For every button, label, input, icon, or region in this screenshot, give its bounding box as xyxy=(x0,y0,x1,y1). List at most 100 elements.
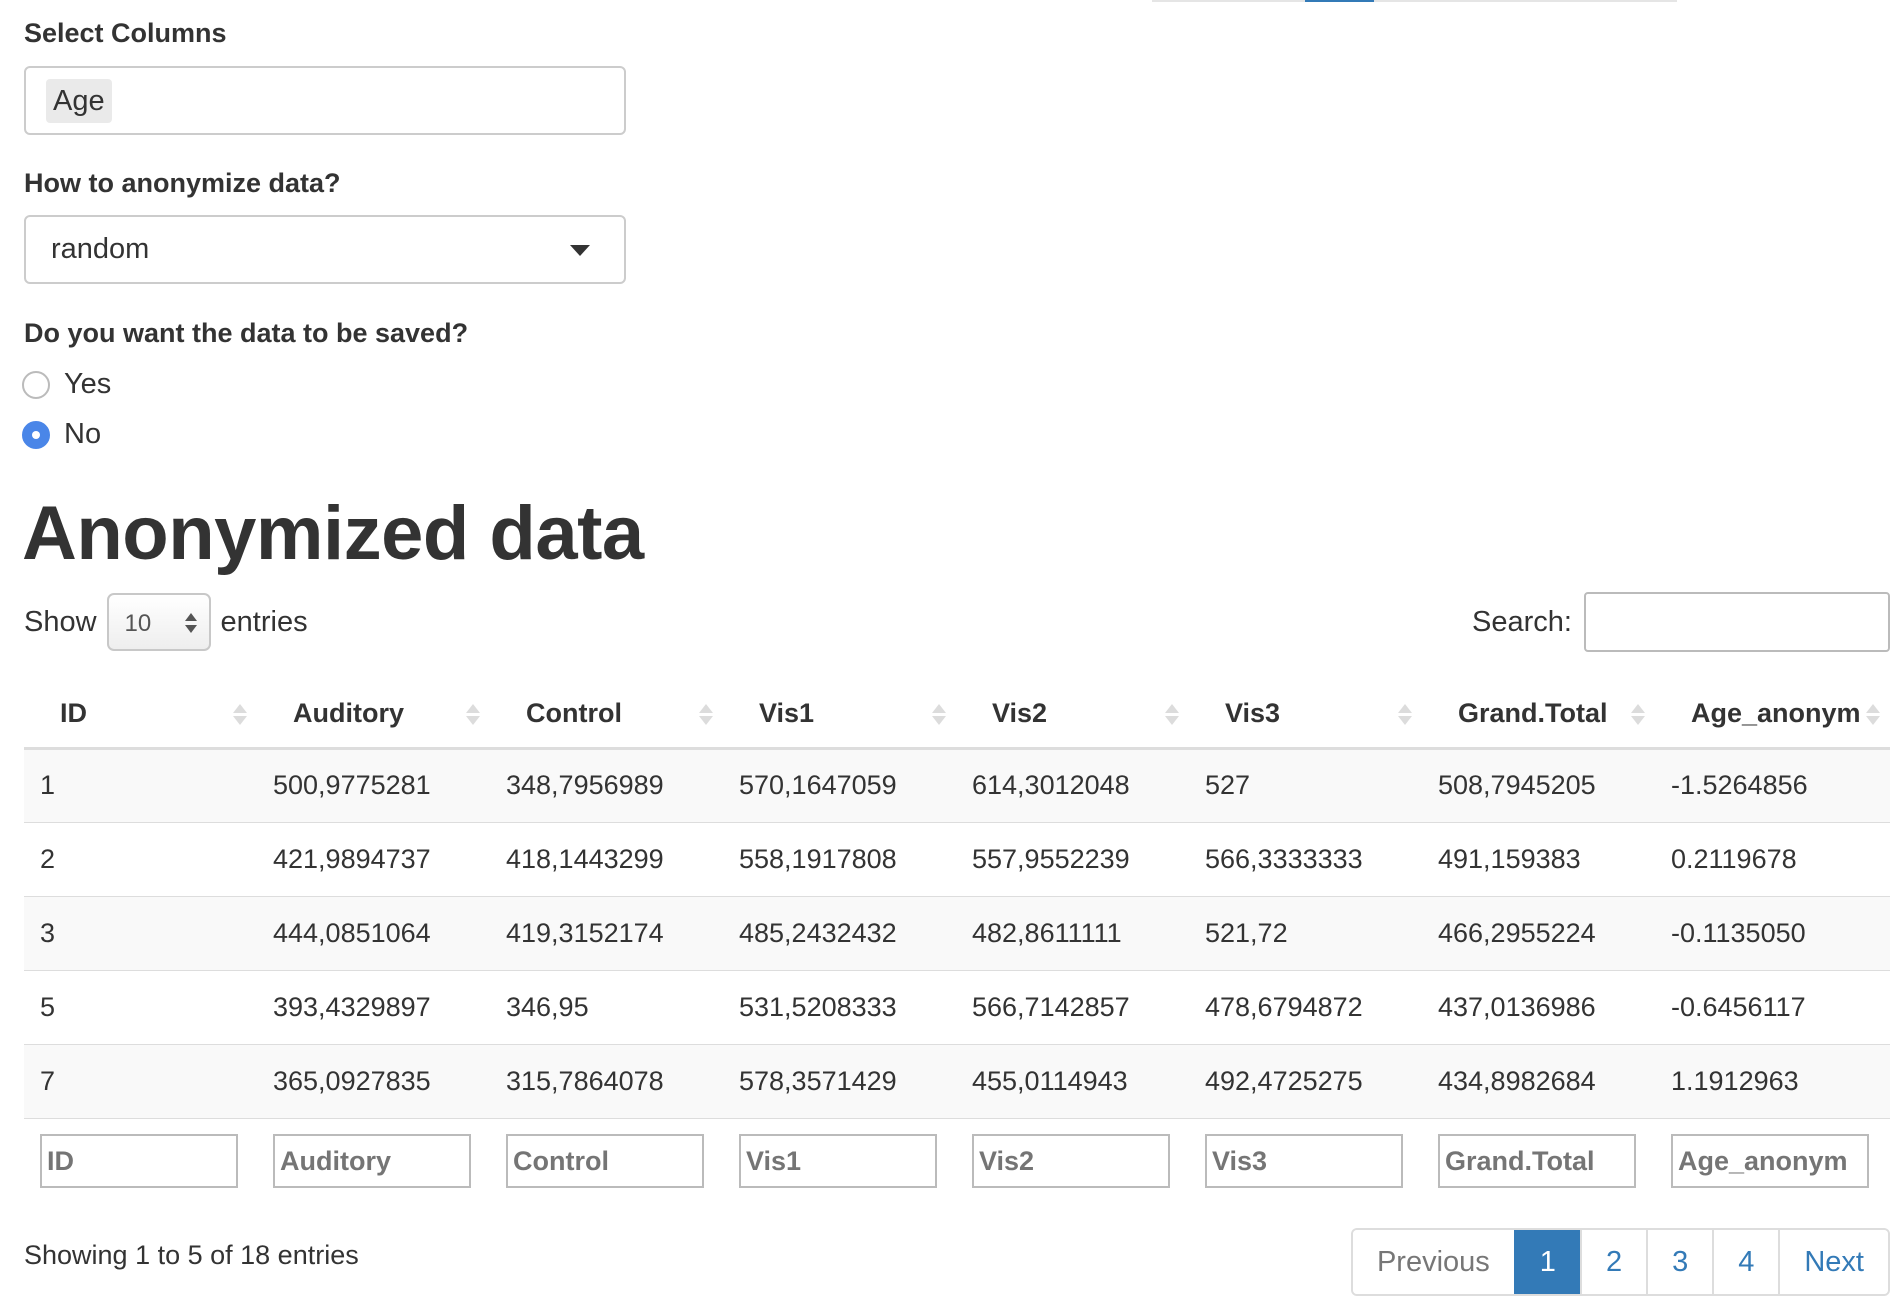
sort-icon xyxy=(699,704,713,725)
show-label: Show xyxy=(24,605,97,638)
radio-no-label: No xyxy=(64,418,102,450)
page-button-1[interactable]: 1 xyxy=(1513,1230,1580,1294)
table-cell: 419,3152174 xyxy=(490,896,723,971)
table-cell: -0.6456117 xyxy=(1655,970,1890,1045)
column-filter-input[interactable] xyxy=(1438,1134,1636,1189)
column-filter-input[interactable] xyxy=(1205,1134,1403,1189)
table-cell: -0.1135050 xyxy=(1655,896,1890,971)
table-row: 3 444,0851064 419,3152174 485,2432432 482,86… xyxy=(24,896,1890,971)
table-row: 2 421,9894737 418,1443299 558,1917808 557,95… xyxy=(24,822,1890,897)
column-header[interactable]: Vis3 xyxy=(1189,680,1422,750)
table-cell: 466,2955224 xyxy=(1422,896,1655,971)
column-header-label: Grand.Total xyxy=(1458,697,1608,728)
column-header[interactable]: Vis1 xyxy=(723,680,956,750)
save-option-no[interactable]: No xyxy=(22,418,101,451)
sort-icon xyxy=(233,704,247,725)
selected-column-chip[interactable]: Age xyxy=(46,79,112,123)
table-cell: 566,3333333 xyxy=(1189,822,1422,897)
table-cell: 521,72 xyxy=(1189,896,1422,971)
next-button[interactable]: Next xyxy=(1778,1230,1888,1294)
table-cell: 346,95 xyxy=(490,970,723,1045)
column-header-label: Vis2 xyxy=(992,697,1048,728)
table-cell: 531,5208333 xyxy=(723,970,956,1045)
anonymize-method-value: random xyxy=(51,233,150,265)
column-header-label: Control xyxy=(526,697,622,728)
table-cell: 482,8611111 xyxy=(956,896,1189,971)
column-header-label: Auditory xyxy=(293,697,404,728)
column-filter-cell xyxy=(490,1118,723,1204)
sort-icon xyxy=(1631,704,1645,725)
sort-icon xyxy=(932,704,946,725)
table-cell: 1 xyxy=(24,748,257,823)
anonymize-method-select[interactable]: random xyxy=(24,215,626,284)
table-cell: 527 xyxy=(1189,748,1422,823)
radio-yes-label: Yes xyxy=(64,368,112,400)
chevron-down-icon xyxy=(570,245,590,256)
radio-yes[interactable] xyxy=(22,370,50,399)
table-cell: -1.5264856 xyxy=(1655,748,1890,823)
entries-per-page-select[interactable]: 10 xyxy=(106,593,211,651)
column-header[interactable]: Control xyxy=(490,680,723,750)
table-cell: 508,7945205 xyxy=(1422,748,1655,823)
search-input[interactable] xyxy=(1584,592,1890,652)
data-table: ID Auditory Control Vis1 Vis2 Vis3 Grand.Total… xyxy=(24,680,1890,1204)
column-filter-input[interactable] xyxy=(40,1134,238,1189)
table-cell: 491,159383 xyxy=(1422,822,1655,897)
column-header-label: Vis1 xyxy=(759,697,815,728)
column-header[interactable]: Grand.Total xyxy=(1422,680,1655,750)
sort-icon xyxy=(1165,704,1179,725)
table-cell: 492,4725275 xyxy=(1189,1044,1422,1119)
table-cell: 566,7142857 xyxy=(956,970,1189,1045)
table-cell: 7 xyxy=(24,1044,257,1119)
column-filter-cell xyxy=(1189,1118,1422,1204)
column-filter-input[interactable] xyxy=(273,1134,471,1189)
column-filter-cell xyxy=(1422,1118,1655,1204)
radio-no[interactable] xyxy=(22,420,50,449)
column-header[interactable]: Auditory xyxy=(257,680,490,750)
table-cell: 434,8982684 xyxy=(1422,1044,1655,1119)
column-filter-cell xyxy=(257,1118,490,1204)
column-filter-input[interactable] xyxy=(1671,1134,1869,1189)
page-button-3[interactable]: 3 xyxy=(1646,1230,1713,1294)
sort-icon xyxy=(1398,704,1412,725)
table-cell: 557,9552239 xyxy=(956,822,1189,897)
save-data-label: Do you want the data to be saved? xyxy=(24,318,469,348)
save-option-yes[interactable]: Yes xyxy=(22,368,111,401)
sort-icon xyxy=(466,704,480,725)
table-cell: 3 xyxy=(24,896,257,971)
page-button-4[interactable]: 4 xyxy=(1712,1230,1779,1294)
anonymize-method-label: How to anonymize data? xyxy=(24,168,341,198)
page-title: Anonymized data xyxy=(22,491,644,576)
column-header[interactable]: Age_anonym xyxy=(1655,680,1890,750)
table-row: 1 500,9775281 348,7956989 570,1647059 614,30… xyxy=(24,748,1890,823)
table-cell: 365,0927835 xyxy=(257,1044,490,1119)
table-cell: 444,0851064 xyxy=(257,896,490,971)
table-cell: 455,0114943 xyxy=(956,1044,1189,1119)
table-cell: 315,7864078 xyxy=(490,1044,723,1119)
page-button-2[interactable]: 2 xyxy=(1579,1230,1647,1294)
column-header-label: ID xyxy=(60,697,87,728)
column-header[interactable]: ID xyxy=(24,680,257,750)
table-row: 7 365,0927835 315,7864078 578,3571429 455,01… xyxy=(24,1044,1890,1119)
table-cell: 421,9894737 xyxy=(257,822,490,897)
column-header[interactable]: Vis2 xyxy=(956,680,1189,750)
table-cell: 348,7956989 xyxy=(490,748,723,823)
table-length-control: Show 10 entries xyxy=(24,592,308,652)
table-info: Showing 1 to 5 of 18 entries xyxy=(24,1240,359,1270)
column-filter-input[interactable] xyxy=(739,1134,937,1189)
table-cell: 500,9775281 xyxy=(257,748,490,823)
previous-button[interactable]: Previous xyxy=(1352,1230,1514,1294)
table-search-control: Search: xyxy=(1472,592,1890,652)
column-filter-input[interactable] xyxy=(972,1134,1170,1189)
top-tab-rule xyxy=(1152,0,1677,2)
select-columns-input[interactable]: Age xyxy=(24,66,626,135)
column-header-label: Age_anonym xyxy=(1691,697,1861,728)
pagination: Previous 1 2 3 4 Next xyxy=(1350,1228,1890,1296)
table-cell: 1.1912963 xyxy=(1655,1044,1890,1119)
table-cell: 578,3571429 xyxy=(723,1044,956,1119)
active-tab-indicator xyxy=(1305,0,1374,2)
table-cell: 2 xyxy=(24,822,257,897)
table-cell: 558,1917808 xyxy=(723,822,956,897)
column-filter-input[interactable] xyxy=(506,1134,704,1189)
sort-icon xyxy=(1866,704,1880,725)
